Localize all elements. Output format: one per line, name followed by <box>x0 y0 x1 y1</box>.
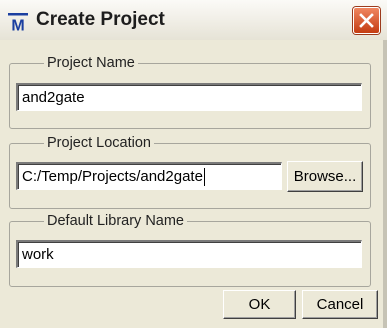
modelsim-m-icon: M <box>8 13 28 31</box>
text-caret <box>203 168 205 187</box>
title-bar: M Create Project <box>0 0 387 40</box>
project-location-input[interactable]: C:/Temp/Projects/and2gate <box>16 162 282 190</box>
project-name-label: Project Name <box>47 55 135 71</box>
project-location-value: C:/Temp/Projects/and2gate <box>22 168 203 185</box>
close-icon <box>359 13 374 28</box>
svg-text:M: M <box>11 18 24 32</box>
browse-button[interactable]: Browse... <box>287 161 363 192</box>
project-name-input[interactable]: and2gate <box>16 83 362 111</box>
project-location-label: Project Location <box>47 135 151 151</box>
close-button[interactable] <box>353 7 380 34</box>
default-library-label: Default Library Name <box>47 213 184 229</box>
default-library-input[interactable]: work <box>16 240 362 268</box>
ok-button[interactable]: OK <box>223 290 296 319</box>
cancel-button[interactable]: Cancel <box>302 290 378 319</box>
window-title: Create Project <box>36 9 165 30</box>
dialog-body: Project Name and2gate Project Location C… <box>0 40 387 328</box>
